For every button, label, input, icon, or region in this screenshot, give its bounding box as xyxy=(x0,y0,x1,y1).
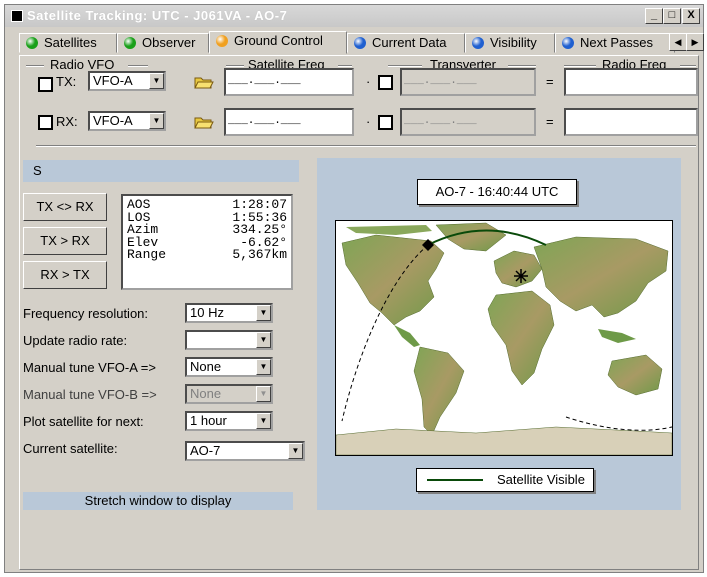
tx-satellite-freq-input[interactable]: ___.___.___ xyxy=(224,68,354,96)
frequency-resolution-label: Frequency resolution: xyxy=(23,306,149,321)
land-australia xyxy=(607,354,663,396)
copy-tx-to-rx-button[interactable]: TX > RX xyxy=(23,227,107,255)
open-folder-icon[interactable] xyxy=(194,75,214,89)
chevron-down-icon[interactable]: ▼ xyxy=(149,73,164,89)
current-data-readout: AOS 1:28:07 LOS 1:55:36 Azim 334.25° Elev -6… xyxy=(121,194,293,290)
tx-equals-label: = xyxy=(546,74,554,89)
tx-enable-checkbox[interactable] xyxy=(38,77,53,92)
tab-observer[interactable]: Observer xyxy=(117,33,209,53)
manual-tune-vfo-a-label: Manual tune VFO-A => xyxy=(23,360,156,375)
manual-tune-vfo-b-label: Manual tune VFO-B => xyxy=(23,387,157,402)
tab-status-icon xyxy=(216,35,228,47)
tab-status-icon xyxy=(124,37,136,49)
status-box: S xyxy=(23,160,299,182)
minimize-button[interactable]: _ xyxy=(645,8,663,24)
tab-status-icon xyxy=(354,37,366,49)
radio-vfo-heading: Radio VFO xyxy=(50,57,115,72)
legend-label: Satellite Visible xyxy=(497,472,585,487)
world-map[interactable] xyxy=(335,220,673,456)
frequency-resolution-select[interactable]: 10 Hz ▼ xyxy=(185,303,273,323)
tab-satellites[interactable]: Satellites xyxy=(19,33,117,53)
rx-transverter-checkbox[interactable] xyxy=(378,115,393,130)
rx-transverter-freq-input: ___.___.___ xyxy=(400,108,536,136)
group-rule xyxy=(128,65,148,67)
group-rule xyxy=(564,65,596,67)
plot-satellite-select[interactable]: 1 hour ▼ xyxy=(185,411,273,431)
close-button[interactable]: X xyxy=(682,8,700,24)
land-asia xyxy=(533,236,669,318)
group-rule xyxy=(338,65,352,67)
land-antarctica xyxy=(336,426,672,455)
tx-label: TX: xyxy=(56,74,77,89)
world-map-graphic xyxy=(336,222,672,455)
divider xyxy=(36,145,696,147)
tx-transverter-freq-input: ___.___.___ xyxy=(400,68,536,96)
rx-radio-freq-output xyxy=(564,108,698,136)
stretch-window-note: Stretch window to display xyxy=(23,492,293,510)
group-rule xyxy=(388,65,422,67)
tx-vfo-select[interactable]: VFO-A ▼ xyxy=(88,71,166,91)
tab-status-icon xyxy=(562,37,574,49)
land-indonesia xyxy=(598,329,636,343)
tab-scroll-right-button[interactable]: ▶ xyxy=(686,33,704,51)
tx-transverter-checkbox[interactable] xyxy=(378,75,393,90)
data-row-range: Range 5,367km xyxy=(127,247,287,262)
group-rule xyxy=(26,65,44,67)
group-rule xyxy=(226,65,244,67)
land-south-america xyxy=(413,346,465,436)
manual-tune-vfo-a-select[interactable]: None ▼ xyxy=(185,357,273,377)
chevron-down-icon[interactable]: ▼ xyxy=(288,443,303,459)
window-title: Satellite Tracking: UTC - J061VA - AO-7 xyxy=(27,8,288,23)
rx-label: RX: xyxy=(56,114,78,129)
copy-rx-to-tx-button[interactable]: RX > TX xyxy=(23,261,107,289)
rx-enable-checkbox[interactable] xyxy=(38,115,53,130)
tab-visibility[interactable]: Visibility xyxy=(465,33,555,53)
rx-vfo-select[interactable]: VFO-A ▼ xyxy=(88,111,166,131)
tab-current-data[interactable]: Current Data xyxy=(347,33,465,53)
rx-equals-label: = xyxy=(546,114,554,129)
current-satellite-select[interactable]: AO-7 ▼ xyxy=(185,441,305,461)
tab-status-icon xyxy=(26,37,38,49)
tx-operator-label: · xyxy=(366,74,371,89)
observer-marker-icon xyxy=(514,269,528,283)
app-window: Satellite Tracking: UTC - J061VA - AO-7 … xyxy=(4,4,704,573)
land-central-america xyxy=(394,325,420,347)
land-africa xyxy=(487,290,555,386)
chevron-down-icon[interactable]: ▼ xyxy=(256,332,271,348)
legend-line-icon xyxy=(427,479,483,481)
rx-satellite-freq-input[interactable]: ___.___.___ xyxy=(224,108,354,136)
group-rule xyxy=(508,65,536,67)
update-radio-rate-label: Update radio rate: xyxy=(23,333,128,348)
tab-ground-control[interactable]: Ground Control xyxy=(209,31,347,54)
title-bar[interactable]: Satellite Tracking: UTC - J061VA - AO-7 … xyxy=(5,5,703,27)
map-time-label: AO-7 - 16:40:44 UTC xyxy=(417,179,577,205)
update-radio-rate-select[interactable]: ▼ xyxy=(185,330,273,350)
chevron-down-icon[interactable]: ▼ xyxy=(149,113,164,129)
swap-tx-rx-button[interactable]: TX <> RX xyxy=(23,193,107,221)
tab-next-passes[interactable]: Next Passes xyxy=(555,33,675,53)
tx-radio-freq-output xyxy=(564,68,698,96)
chevron-down-icon[interactable]: ▼ xyxy=(256,305,271,321)
map-legend: Satellite Visible xyxy=(416,468,594,492)
rx-operator-label: · xyxy=(366,114,371,129)
tab-scroll-left-button[interactable]: ◀ xyxy=(669,33,687,51)
chevron-down-icon[interactable]: ▼ xyxy=(256,413,271,429)
open-folder-icon[interactable] xyxy=(194,115,214,129)
tab-status-icon xyxy=(472,37,484,49)
land-arctic xyxy=(346,225,432,235)
land-europe xyxy=(493,250,543,288)
system-menu-icon[interactable] xyxy=(11,10,23,22)
current-satellite-label: Current satellite: xyxy=(23,441,118,456)
group-rule xyxy=(680,65,696,67)
chevron-down-icon[interactable]: ▼ xyxy=(256,359,271,375)
maximize-button[interactable]: □ xyxy=(663,8,681,24)
manual-tune-vfo-b-select: None ▼ xyxy=(185,384,273,404)
chevron-down-icon: ▼ xyxy=(256,386,271,402)
plot-satellite-label: Plot satellite for next: xyxy=(23,414,144,429)
